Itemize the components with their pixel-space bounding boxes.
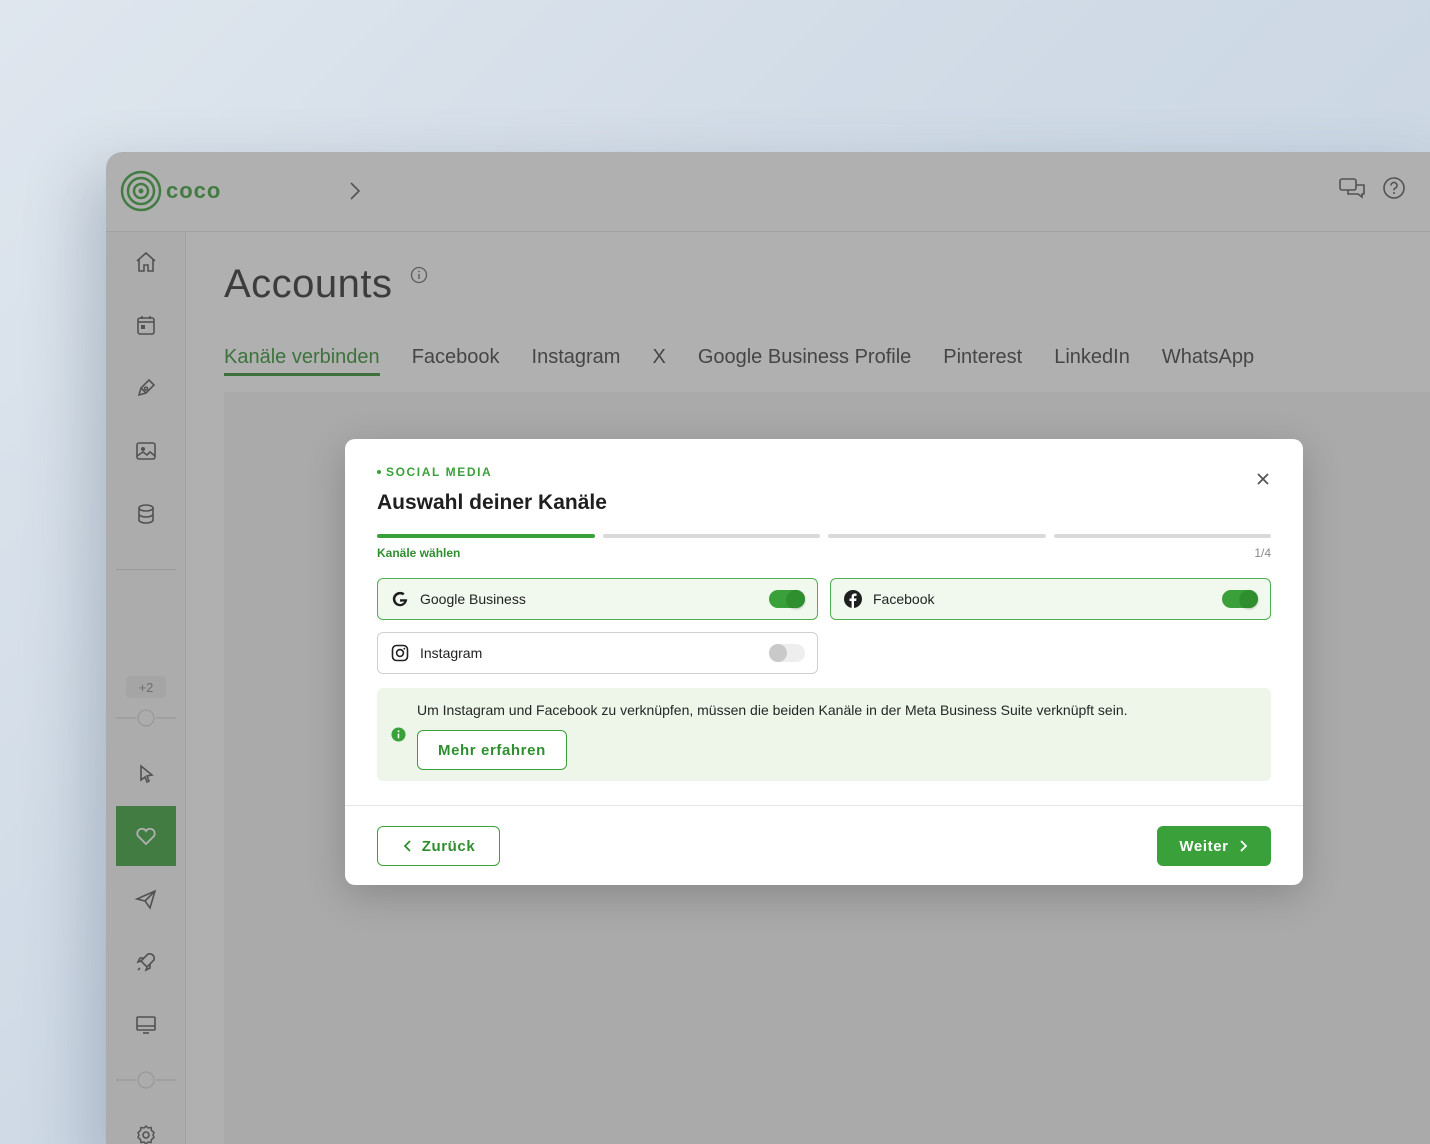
modal-eyebrow: SOCIAL MEDIA xyxy=(377,465,492,479)
google-business-toggle[interactable] xyxy=(769,590,805,608)
channel-instagram[interactable]: Instagram xyxy=(377,632,818,674)
info-box: Um Instagram und Facebook zu verknüpfen,… xyxy=(377,688,1271,781)
chevron-left-icon xyxy=(403,840,411,852)
channel-selection-modal: SOCIAL MEDIA Auswahl deiner Kanäle Kanäl… xyxy=(345,439,1303,885)
chevron-right-icon xyxy=(1239,840,1247,852)
toggle-knob xyxy=(787,590,805,608)
step-count: 1/4 xyxy=(1254,546,1271,560)
facebook-icon xyxy=(843,589,863,609)
next-button[interactable]: Weiter xyxy=(1157,826,1271,866)
toggle-knob xyxy=(769,644,787,662)
channel-label: Google Business xyxy=(420,591,526,607)
progress-step xyxy=(1053,534,1271,538)
modal-footer: Zurück Weiter xyxy=(345,805,1303,885)
progress-step xyxy=(377,534,595,538)
channel-facebook[interactable]: Facebook xyxy=(830,578,1271,620)
learn-more-button[interactable]: Mehr erfahren xyxy=(417,730,567,770)
google-icon xyxy=(390,589,410,609)
channel-label: Instagram xyxy=(420,645,483,661)
instagram-toggle[interactable] xyxy=(769,644,805,662)
channel-label: Facebook xyxy=(873,591,935,607)
facebook-toggle[interactable] xyxy=(1222,590,1258,608)
next-button-label: Weiter xyxy=(1179,837,1229,855)
eyebrow-text: SOCIAL MEDIA xyxy=(386,465,493,479)
step-label: Kanäle wählen xyxy=(377,546,461,560)
channel-google-business[interactable]: Google Business xyxy=(377,578,818,620)
progress-steps xyxy=(377,534,1271,538)
stage: coco +2 Accounts Kanäle verbinden Facebo… xyxy=(0,0,1430,1144)
progress-step xyxy=(828,534,1046,538)
progress-step xyxy=(602,534,820,538)
modal-title: Auswahl deiner Kanäle xyxy=(377,491,607,514)
eyebrow-dot xyxy=(377,470,381,474)
back-button[interactable]: Zurück xyxy=(377,826,500,866)
back-button-label: Zurück xyxy=(421,837,476,855)
close-icon[interactable] xyxy=(1253,469,1273,489)
toggle-knob xyxy=(1240,590,1258,608)
info-circle-icon xyxy=(391,727,406,742)
info-text: Um Instagram und Facebook zu verknüpfen,… xyxy=(417,702,1128,718)
instagram-icon xyxy=(390,643,410,663)
